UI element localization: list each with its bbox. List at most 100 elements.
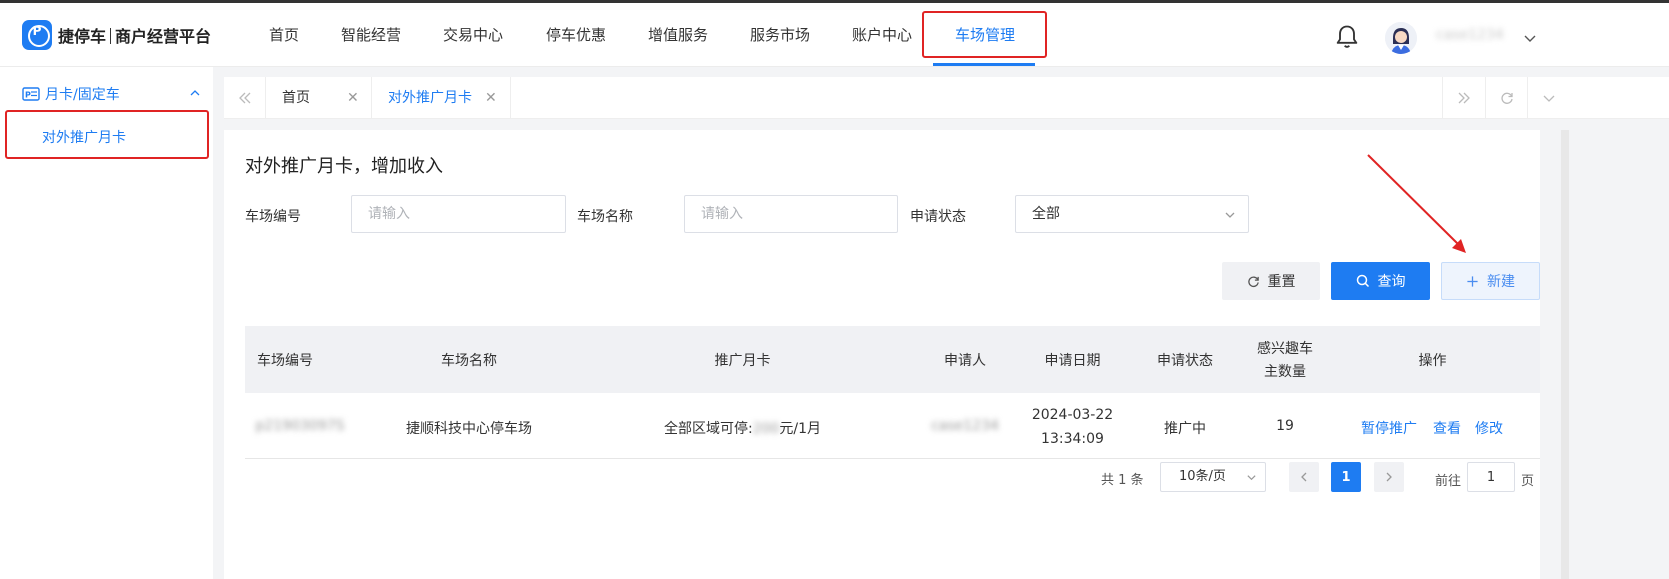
row-card-prefix: 全部区域可停: <box>663 421 753 437</box>
chevron-up-icon[interactable] <box>189 87 201 99</box>
annotation-arrow <box>1367 154 1466 253</box>
sidebar-group-label: 月卡/固定车 <box>45 87 120 103</box>
col-interested-line2: 主数量 <box>1264 364 1306 380</box>
col-apply-status: 申请状态 <box>1157 353 1213 369</box>
next-page-button[interactable] <box>1374 462 1404 492</box>
reset-button-label: 重置 <box>1267 274 1296 290</box>
tab-home-label: 首页 <box>282 90 310 106</box>
park-code-label: 车场编号 <box>245 209 301 225</box>
nav-active-underline <box>933 63 1035 66</box>
username[interactable]: case1234 <box>1436 27 1504 43</box>
view-link[interactable]: 查看 <box>1433 418 1461 438</box>
pause-promo-link[interactable]: 暂停推广 <box>1361 418 1417 438</box>
page-size-select[interactable]: 10条/页 <box>1160 462 1266 492</box>
goto-page-input[interactable] <box>1467 462 1515 492</box>
parking-logo-icon: P <box>22 20 52 50</box>
pager-total: 共 1 条 <box>1101 473 1144 488</box>
close-icon[interactable]: ✕ <box>485 77 497 119</box>
nav-account-center[interactable]: 账户中心 <box>851 3 913 67</box>
status-select-value: 全部 <box>1032 206 1060 222</box>
svg-text:P: P <box>25 91 31 100</box>
brand-title: 捷停车 商户经营平台 <box>58 23 211 47</box>
prev-page-button[interactable] <box>1289 462 1319 492</box>
reset-icon <box>1247 275 1259 287</box>
chevron-down-icon <box>1543 95 1554 102</box>
chevron-down-icon <box>1247 475 1256 481</box>
scrollbar[interactable] <box>1561 130 1569 579</box>
col-park-name: 车场名称 <box>441 353 497 369</box>
park-name-label: 车场名称 <box>577 209 633 225</box>
status-label: 申请状态 <box>910 209 966 225</box>
page-title: 对外推广月卡，增加收入 <box>245 156 443 177</box>
plus-icon <box>1467 275 1478 287</box>
tab-promo-monthly-card[interactable]: 对外推广月卡 ✕ <box>372 77 511 119</box>
col-applicant: 申请人 <box>944 353 986 369</box>
park-code-input[interactable] <box>351 195 566 233</box>
card-icon: P <box>22 87 40 101</box>
edit-link[interactable]: 修改 <box>1475 418 1503 438</box>
query-button[interactable]: 查询 <box>1331 262 1430 300</box>
tab-home[interactable]: 首页 ✕ <box>266 77 372 119</box>
row-applicant: case1234 <box>931 418 999 434</box>
tab-bar: 首页 ✕ 对外推广月卡 ✕ <box>224 77 1669 119</box>
tabs-scroll-left[interactable] <box>224 77 266 119</box>
new-button-label: 新建 <box>1487 274 1515 290</box>
goto-prefix: 前往 <box>1435 474 1462 489</box>
bell-icon[interactable] <box>1333 23 1361 51</box>
close-icon[interactable]: ✕ <box>347 77 359 119</box>
new-button[interactable]: 新建 <box>1441 262 1540 300</box>
col-interested-line1: 感兴趣车 <box>1257 341 1313 357</box>
col-promo-card: 推广月卡 <box>714 353 771 369</box>
col-interested-owners: 感兴趣车 主数量 <box>1240 338 1330 384</box>
nav-smart-operation[interactable]: 智能经营 <box>340 3 402 67</box>
sidebar-group-monthly-card[interactable]: P 月卡/固定车 <box>22 84 120 104</box>
row-promo-card: 全部区域可停:200元/1月 <box>645 418 840 438</box>
row-date: 2024-03-22 <box>1031 407 1114 423</box>
park-name-input[interactable] <box>684 195 898 233</box>
refresh-icon <box>1500 92 1513 104</box>
chevron-down-icon <box>1225 212 1235 218</box>
user-avatar-icon <box>1385 22 1417 54</box>
tabs-scroll-right[interactable] <box>1442 77 1484 119</box>
row-apply-date: 2024-03-22 13:34:09 <box>1020 403 1125 451</box>
query-button-label: 查询 <box>1377 274 1406 290</box>
row-park-name: 捷顺科技中心停车场 <box>406 421 532 437</box>
col-apply-date: 申请日期 <box>1044 353 1101 369</box>
col-park-code: 车场编号 <box>257 353 313 369</box>
row-card-amount: 200 <box>752 421 780 437</box>
page-size-value: 10条/页 <box>1179 469 1226 484</box>
tabs-more-dropdown[interactable] <box>1527 77 1569 119</box>
annotation-highlight-sidebar <box>5 110 209 159</box>
status-select[interactable]: 全部 <box>1015 195 1249 233</box>
row-interested-count: 19 <box>1276 418 1294 434</box>
avatar[interactable] <box>1385 22 1417 54</box>
table-header: 车场编号 车场名称 推广月卡 申请人 申请日期 申请状态 感兴趣车 主数量 操作 <box>245 326 1540 393</box>
nav-service-market[interactable]: 服务市场 <box>749 3 811 67</box>
chevron-left-icon <box>1301 472 1307 482</box>
double-chevron-right-icon <box>1458 92 1470 104</box>
nav-parking-discount[interactable]: 停车优惠 <box>545 3 607 67</box>
annotation-highlight-nav <box>922 11 1047 58</box>
brand-logo[interactable]: P 捷停车 商户经营平台 <box>22 20 211 50</box>
refresh-tab-button[interactable] <box>1485 77 1527 119</box>
top-header: P 捷停车 商户经营平台 首页 智能经营 交易中心 停车优惠 增值服务 服务市场 … <box>0 3 1669 67</box>
nav-value-added[interactable]: 增值服务 <box>647 3 709 67</box>
col-actions: 操作 <box>1418 353 1447 369</box>
nav-trade-center[interactable]: 交易中心 <box>442 3 504 67</box>
brand-name: 捷停车 <box>58 27 107 46</box>
row-status: 推广中 <box>1164 421 1206 437</box>
brand-subtitle: 商户经营平台 <box>115 27 212 46</box>
row-card-suffix: 元/1月 <box>779 421 822 437</box>
tab-promo-label: 对外推广月卡 <box>388 90 472 106</box>
reset-button[interactable]: 重置 <box>1222 262 1320 300</box>
chevron-down-icon[interactable] <box>1523 31 1537 45</box>
nav-home[interactable]: 首页 <box>262 3 306 67</box>
chevron-right-icon <box>1386 472 1392 482</box>
double-chevron-left-icon <box>238 92 250 104</box>
row-park-code: p21903097S <box>255 418 345 434</box>
row-time: 13:34:09 <box>1041 431 1104 447</box>
table-row: p21903097S 捷顺科技中心停车场 全部区域可停:200元/1月 case… <box>245 393 1540 459</box>
brand-divider <box>110 28 112 44</box>
page-number-current[interactable]: 1 <box>1331 462 1361 492</box>
goto-suffix: 页 <box>1521 474 1535 489</box>
